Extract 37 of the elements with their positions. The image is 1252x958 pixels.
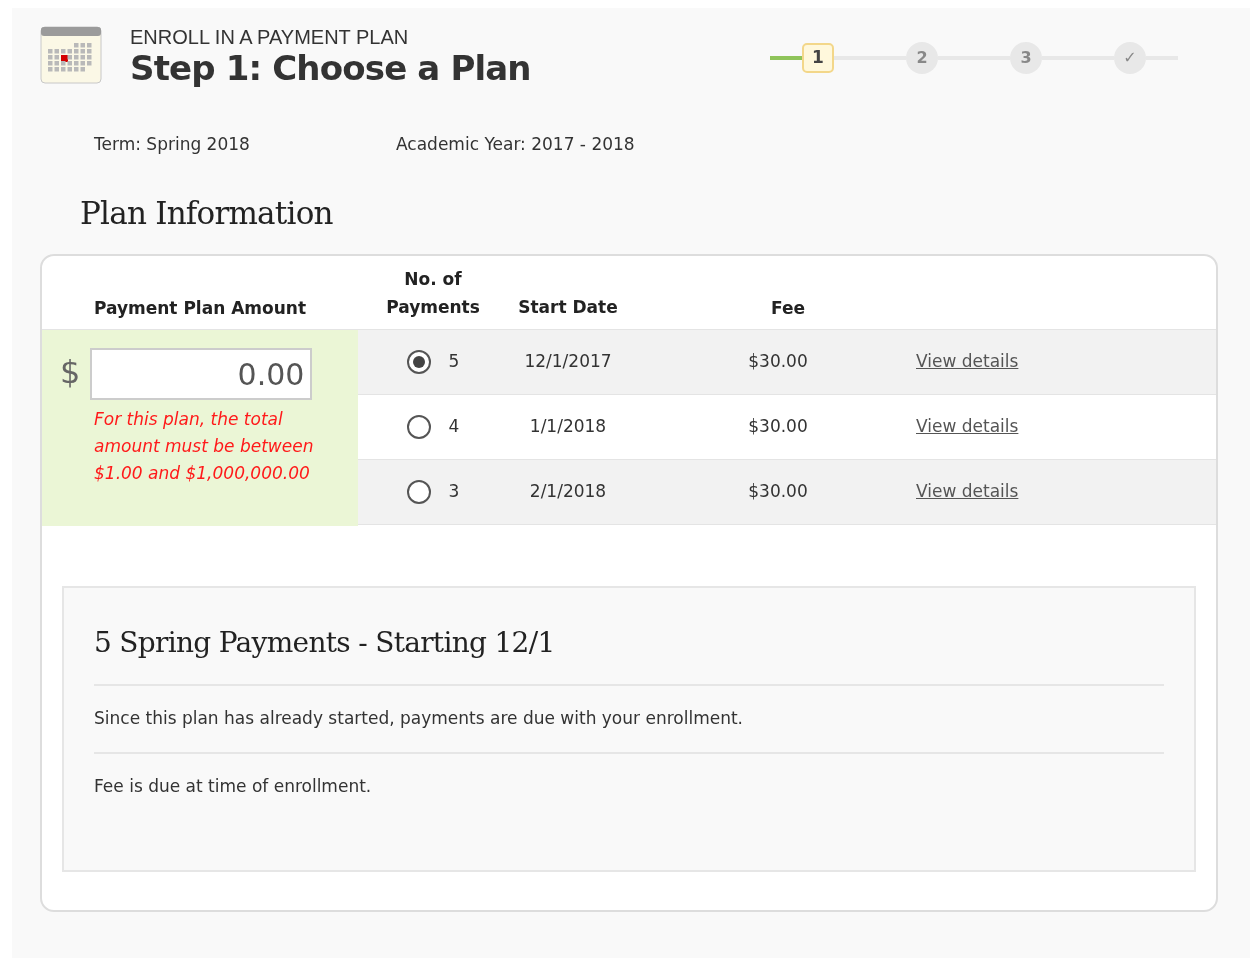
column-header: Fee <box>770 296 806 320</box>
radio-button[interactable] <box>406 415 431 439</box>
view-details-link[interactable]: View details <box>916 414 1019 440</box>
radio-button[interactable] <box>406 350 431 374</box>
column-header: Payment Plan Amount <box>92 296 308 320</box>
radio-button[interactable] <box>406 480 431 504</box>
fee-amount: $30.00 <box>747 350 809 374</box>
step-marker: 1 <box>802 43 834 73</box>
academic-year-label: Academic Year: 2017 - 2018 <box>396 133 635 156</box>
start-date: 12/1/2017 <box>523 350 613 374</box>
term-label: Term: Spring 2018 <box>94 133 251 156</box>
step-marker: 2 <box>906 42 938 74</box>
view-details-link[interactable]: View details <box>916 349 1019 375</box>
page-title: Step 1: Choose a Plan <box>130 48 531 88</box>
amount-field[interactable]: 0.00 <box>90 348 313 400</box>
section-title: Plan Information <box>80 193 334 233</box>
currency-symbol: $ <box>60 352 81 393</box>
details-title: 5 Spring Payments - Starting 12/1 <box>94 625 556 661</box>
view-details-link[interactable]: View details <box>916 479 1019 505</box>
start-date: 2/1/2018 <box>528 480 608 504</box>
details-text: Since this plan has already started, payments are due with your enrollment. <box>94 684 1164 752</box>
step-marker: 3 <box>1010 42 1042 74</box>
page-eyebrow: ENROLL IN A PAYMENT PLAN <box>130 26 410 48</box>
details-text: Fee is due at time of enrollment. <box>94 751 1164 819</box>
fee-amount: $30.00 <box>747 415 809 439</box>
fee-amount: $30.00 <box>747 480 809 504</box>
payment-count: 4 <box>448 415 460 439</box>
column-header: Start Date <box>518 296 618 319</box>
plan-row[interactable]: 3 2/1/2018 $30.00 View details <box>358 460 1216 525</box>
payment-count: 5 <box>448 350 460 374</box>
amount-error: For this plan, the total amount must be between $1.00 and $1,000,000.00 <box>94 408 315 485</box>
plan-row[interactable]: 5 12/1/2017 $30.00 View details <box>358 330 1216 395</box>
start-date: 1/1/2018 <box>528 415 608 439</box>
column-header: No. of Payments <box>385 268 481 319</box>
payment-count: 3 <box>448 480 460 504</box>
step-marker: ✓ <box>1114 42 1146 74</box>
calendar-icon <box>40 26 102 84</box>
